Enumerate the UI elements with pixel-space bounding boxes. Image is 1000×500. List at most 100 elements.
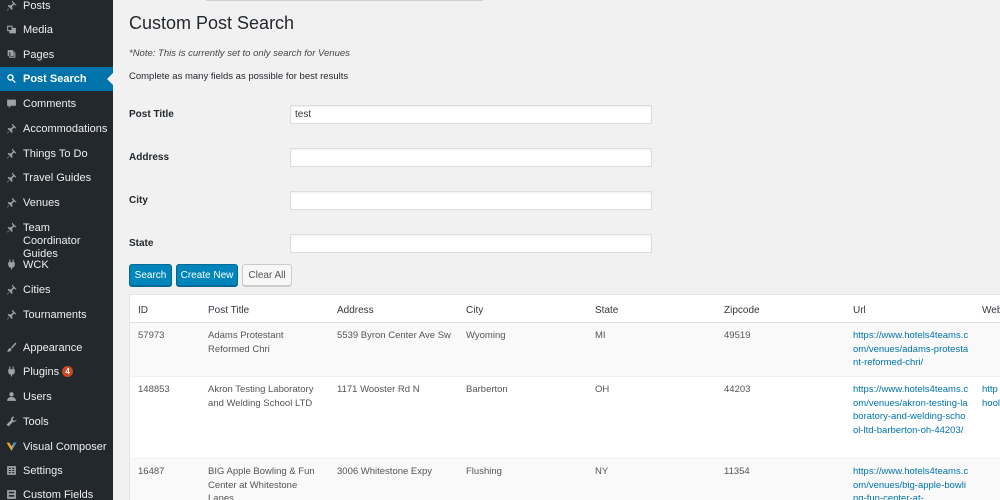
- city-label: City: [129, 195, 148, 206]
- sidebar-item-label: Plugins 4: [23, 366, 113, 379]
- pin-icon: [0, 284, 23, 295]
- sidebar-item-visual-composer[interactable]: Visual Composer: [0, 441, 113, 454]
- cell-url-link[interactable]: https://www.hotels4teams.com/venues/adam…: [853, 329, 969, 370]
- sidebar-item-label: Tools: [23, 416, 49, 428]
- sidebar-item-label: Settings: [23, 465, 63, 477]
- sidebar-item-settings[interactable]: Settings: [0, 465, 113, 478]
- page-title: Custom Post Search: [129, 13, 295, 33]
- sidebar-item-label: Cities: [23, 284, 51, 296]
- sidebar-item-tournaments[interactable]: Tournaments: [0, 309, 113, 322]
- sidebar-item-wck[interactable]: WCK: [0, 259, 113, 272]
- vc-icon: [0, 441, 23, 452]
- sidebar-item-pages[interactable]: Pages: [0, 49, 113, 62]
- sidebar-item-things-to-do[interactable]: Things To Do: [0, 148, 113, 161]
- sidebar-item-label: Venues: [23, 197, 60, 209]
- cell-zipcode: 11354: [724, 466, 750, 477]
- cell-state: MI: [595, 330, 606, 341]
- fields-icon: [0, 489, 23, 500]
- results-table: ID Post Title Address City State Zipcode…: [129, 294, 1000, 500]
- column-header-state: State: [595, 305, 619, 316]
- cell-post-title: Adams Protestant Reformed Chri: [208, 330, 284, 355]
- cell-city: Barberton: [466, 384, 508, 395]
- sidebar-item-label: Team Coordinator Guides: [23, 222, 81, 260]
- cell-city: Wyoming: [466, 330, 506, 341]
- post-title-label: Post Title: [129, 109, 174, 120]
- cell-url-link[interactable]: https://www.hotels4teams.com/venues/big-…: [853, 465, 969, 500]
- cell-address: 1171 Wooster Rd N: [337, 384, 420, 395]
- cell-web-link[interactable]: http hool: [982, 383, 1000, 410]
- city-input[interactable]: [290, 191, 652, 210]
- sidebar-item-label: Post Search: [23, 73, 87, 85]
- pin-icon: [0, 309, 23, 320]
- post-title-input[interactable]: [290, 105, 652, 124]
- sidebar-item-post-search[interactable]: Post Search: [0, 67, 113, 91]
- sidebar-item-custom-fields[interactable]: Custom Fields: [0, 489, 113, 500]
- search-icon: [0, 73, 23, 84]
- sidebar-item-accommodations[interactable]: Accommodations: [0, 123, 113, 136]
- pin-icon: [0, 172, 23, 183]
- sidebar-item-label: Tournaments: [23, 309, 87, 321]
- sidebar-item-comments[interactable]: Comments: [0, 98, 113, 111]
- create-new-button[interactable]: Create New: [176, 264, 238, 286]
- wrench-icon: [0, 416, 23, 427]
- search-button[interactable]: Search: [129, 264, 172, 286]
- cell-address: 3006 Whitestone Expy: [337, 466, 433, 477]
- sidebar-item-label: Users: [23, 391, 52, 403]
- address-input[interactable]: [290, 148, 652, 167]
- column-header-address: Address: [337, 305, 374, 316]
- cell-url-link[interactable]: https://www.hotels4teams.com/venues/akro…: [853, 383, 969, 437]
- pin-icon: [0, 123, 23, 134]
- table-row: 148853 Akron Testing Laboratory and Weld…: [130, 377, 1000, 459]
- state-input[interactable]: [290, 234, 652, 253]
- sidebar-item-label: Comments: [23, 98, 77, 110]
- user-icon: [0, 391, 23, 402]
- address-label: Address: [129, 152, 170, 163]
- cell-city: Flushing: [466, 466, 502, 477]
- table-row: 57973 Adams Protestant Reformed Chri 553…: [130, 323, 1000, 377]
- comment-icon: [0, 98, 23, 109]
- admin-sidebar: Posts Media Pages Post Search Comments A…: [0, 0, 113, 500]
- sidebar-item-label: Appearance: [23, 342, 83, 354]
- cell-post-title: BIG Apple Bowling & Fun Center at Whites…: [208, 466, 315, 500]
- sidebar-item-label: Custom Fields: [23, 489, 94, 500]
- sidebar-item-plugins[interactable]: Plugins 4: [0, 366, 113, 379]
- cell-id: 57973: [138, 330, 165, 341]
- page-icon: [0, 49, 23, 60]
- column-header-url: Url: [853, 305, 866, 316]
- sidebar-item-label: WCK: [23, 259, 49, 271]
- table-row: 16487 BIG Apple Bowling & Fun Center at …: [130, 459, 1000, 500]
- sidebar-item-label: Media: [23, 24, 53, 36]
- sidebar-item-label: Visual Composer: [23, 441, 107, 453]
- cell-id: 16487: [138, 466, 165, 477]
- sidebar-item-label: Accommodations: [23, 123, 108, 135]
- sidebar-item-tools[interactable]: Tools: [0, 416, 113, 429]
- sidebar-item-cities[interactable]: Cities: [0, 284, 113, 297]
- sidebar-item-label: Travel Guides: [23, 172, 92, 184]
- table-header: ID Post Title Address City State Zipcode…: [130, 295, 1000, 323]
- cell-zipcode: 44203: [724, 384, 751, 395]
- sidebar-item-travel-guides[interactable]: Travel Guides: [0, 172, 113, 185]
- pin-icon: [0, 197, 23, 208]
- sidebar-item-team-coordinator-guides[interactable]: Team Coordinator Guides: [0, 222, 113, 261]
- sidebar-item-label: Posts: [23, 0, 51, 12]
- pin-icon: [0, 0, 23, 11]
- sidebar-item-media[interactable]: Media: [0, 24, 113, 37]
- cell-post-title: Akron Testing Laboratory and Welding Sch…: [208, 384, 314, 409]
- update-count-badge: 4: [62, 366, 74, 377]
- cell-state: OH: [595, 384, 610, 395]
- plugin-icon: [0, 259, 23, 270]
- sidebar-item-users[interactable]: Users: [0, 391, 113, 404]
- sidebar-item-venues[interactable]: Venues: [0, 197, 113, 210]
- sidebar-item-posts[interactable]: Posts: [0, 0, 113, 13]
- clear-all-button[interactable]: Clear All: [242, 264, 292, 286]
- brush-icon: [0, 342, 23, 353]
- search-note: *Note: This is currently set to only sea…: [129, 48, 350, 59]
- settings-icon: [0, 465, 23, 476]
- sidebar-item-label: Pages: [23, 49, 55, 61]
- column-header-zipcode: Zipcode: [724, 305, 760, 316]
- column-header-web: Web: [982, 305, 1000, 316]
- media-icon: [0, 24, 23, 35]
- cell-address: 5539 Byron Center Ave Sw: [337, 330, 451, 341]
- sidebar-item-appearance[interactable]: Appearance: [0, 342, 113, 355]
- state-label: State: [129, 238, 154, 249]
